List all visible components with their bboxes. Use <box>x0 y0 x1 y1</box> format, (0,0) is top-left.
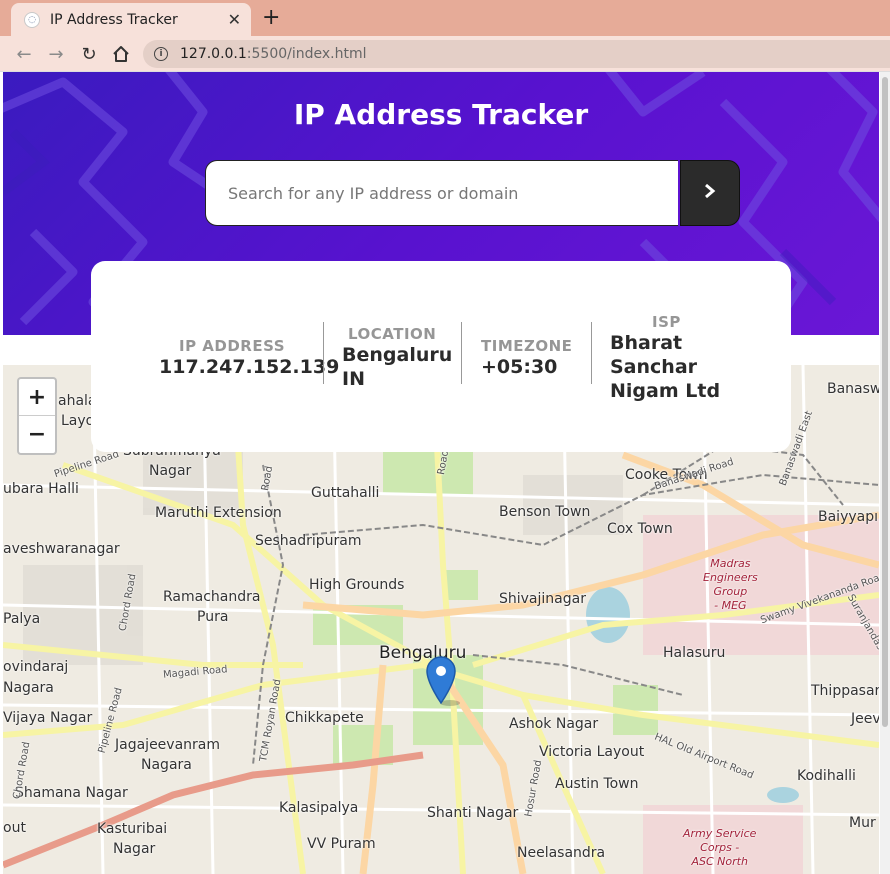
location-city-value: Bengaluru <box>342 344 453 366</box>
map-label: Nagar <box>149 463 192 479</box>
map-poi-label: Madras Engineers Group - MEG <box>703 557 758 612</box>
map-label: Victoria Layout <box>539 744 645 760</box>
map-label: Pura <box>197 609 229 625</box>
map-label: ubara Halli <box>3 481 79 497</box>
map-label: Neelasandra <box>517 845 606 861</box>
divider <box>323 322 324 384</box>
forward-icon[interactable]: → <box>43 41 69 67</box>
map-label: Maruthi Extension <box>155 505 282 521</box>
new-tab-icon[interactable]: + <box>262 5 280 30</box>
map-label: Nagara <box>141 757 192 773</box>
map-marker-icon[interactable] <box>426 655 460 711</box>
close-icon[interactable]: ✕ <box>228 10 241 29</box>
map-label: Halasuru <box>663 645 726 661</box>
map-label: Chikkapete <box>285 710 364 726</box>
map-label: Thippasar <box>811 683 879 699</box>
map-label: Shivajinagar <box>499 591 586 607</box>
map-label: Jeev <box>851 711 879 727</box>
map-label: Shamana Nagar <box>15 785 128 801</box>
chevron-right-icon <box>703 183 717 204</box>
map-label: Nagara <box>3 680 54 696</box>
map-label: Guttahalli <box>311 485 380 501</box>
ip-address-label: IP ADDRESS <box>179 337 286 355</box>
home-icon[interactable] <box>108 41 134 67</box>
reload-icon[interactable]: ↻ <box>76 41 102 67</box>
info-icon[interactable]: i <box>154 47 168 61</box>
divider <box>461 322 462 384</box>
ip-info-card: IP ADDRESS 117.247.152.139 LOCATION Beng… <box>91 261 791 452</box>
map-label: Benson Town <box>499 504 591 520</box>
isp-value-line: Nigam Ltd <box>610 380 721 402</box>
map-label: Ashok Nagar <box>509 716 599 732</box>
address-bar[interactable]: i 127.0.0.1:5500/index.html <box>143 40 890 68</box>
map-label: Vijaya Nagar <box>3 710 93 726</box>
map-poi-label: Army Service Corps - ASC North <box>683 827 757 868</box>
ip-address-value: 117.247.152.139 <box>159 356 340 378</box>
location-country-value: IN <box>342 368 365 390</box>
map-label: Baiyyapı <box>818 509 878 525</box>
ip-search-input[interactable] <box>205 160 678 226</box>
map-label: Banasw <box>827 381 879 397</box>
timezone-value: +05:30 <box>481 356 558 378</box>
location-label: LOCATION <box>348 325 437 343</box>
map-label: ovindaraj <box>3 659 69 675</box>
timezone-label: TIMEZONE <box>481 337 573 355</box>
browser-navbar: ← → ↻ i 127.0.0.1:5500/index.html <box>0 36 890 72</box>
map-label: High Grounds <box>309 577 405 593</box>
map-label: VV Puram <box>307 836 376 852</box>
tab-title: IP Address Tracker <box>50 11 178 28</box>
map-label: out <box>3 820 26 836</box>
map-label: aveshwaranagar <box>3 541 120 557</box>
scroll-thumb[interactable] <box>882 77 888 727</box>
page-title: IP Address Tracker <box>293 98 589 131</box>
map-label: Jagajeevanram <box>115 737 220 753</box>
page: IP Address Tracker Search for any IP add… <box>3 72 879 874</box>
map-label: Mur <box>849 815 876 831</box>
map-label: Ramachandra <box>163 589 261 605</box>
map-label: Kodihalli <box>797 768 856 784</box>
map-label: Layo <box>61 413 95 429</box>
map-label: Palya <box>3 611 41 627</box>
isp-value-line: Bharat <box>610 332 683 354</box>
zoom-out-button[interactable]: − <box>19 416 55 453</box>
map-label: Kasturibai <box>97 821 168 837</box>
map-zoom-control: + − <box>17 377 57 455</box>
map-label: Nagar <box>113 841 156 857</box>
map-label: Seshadripuram <box>255 533 362 549</box>
page-scrollbar[interactable] <box>880 72 890 874</box>
zoom-in-button[interactable]: + <box>19 379 55 416</box>
map-label: Shanti Nagar <box>427 805 519 821</box>
browser-tabbar: ◌ IP Address Tracker ✕ + <box>0 0 890 36</box>
divider <box>591 322 592 384</box>
url-text: 127.0.0.1:5500/index.html <box>180 46 367 62</box>
isp-value-line: Sanchar <box>610 356 698 378</box>
map-label: Cox Town <box>607 521 673 537</box>
map-label: Kalasipalya <box>279 800 359 816</box>
isp-label: ISP <box>652 313 681 331</box>
map-label: Austin Town <box>555 776 639 792</box>
back-icon[interactable]: ← <box>11 41 37 67</box>
globe-icon: ◌ <box>24 11 40 28</box>
search-submit-button[interactable] <box>680 160 740 226</box>
browser-tab[interactable]: ◌ IP Address Tracker ✕ <box>11 3 251 36</box>
